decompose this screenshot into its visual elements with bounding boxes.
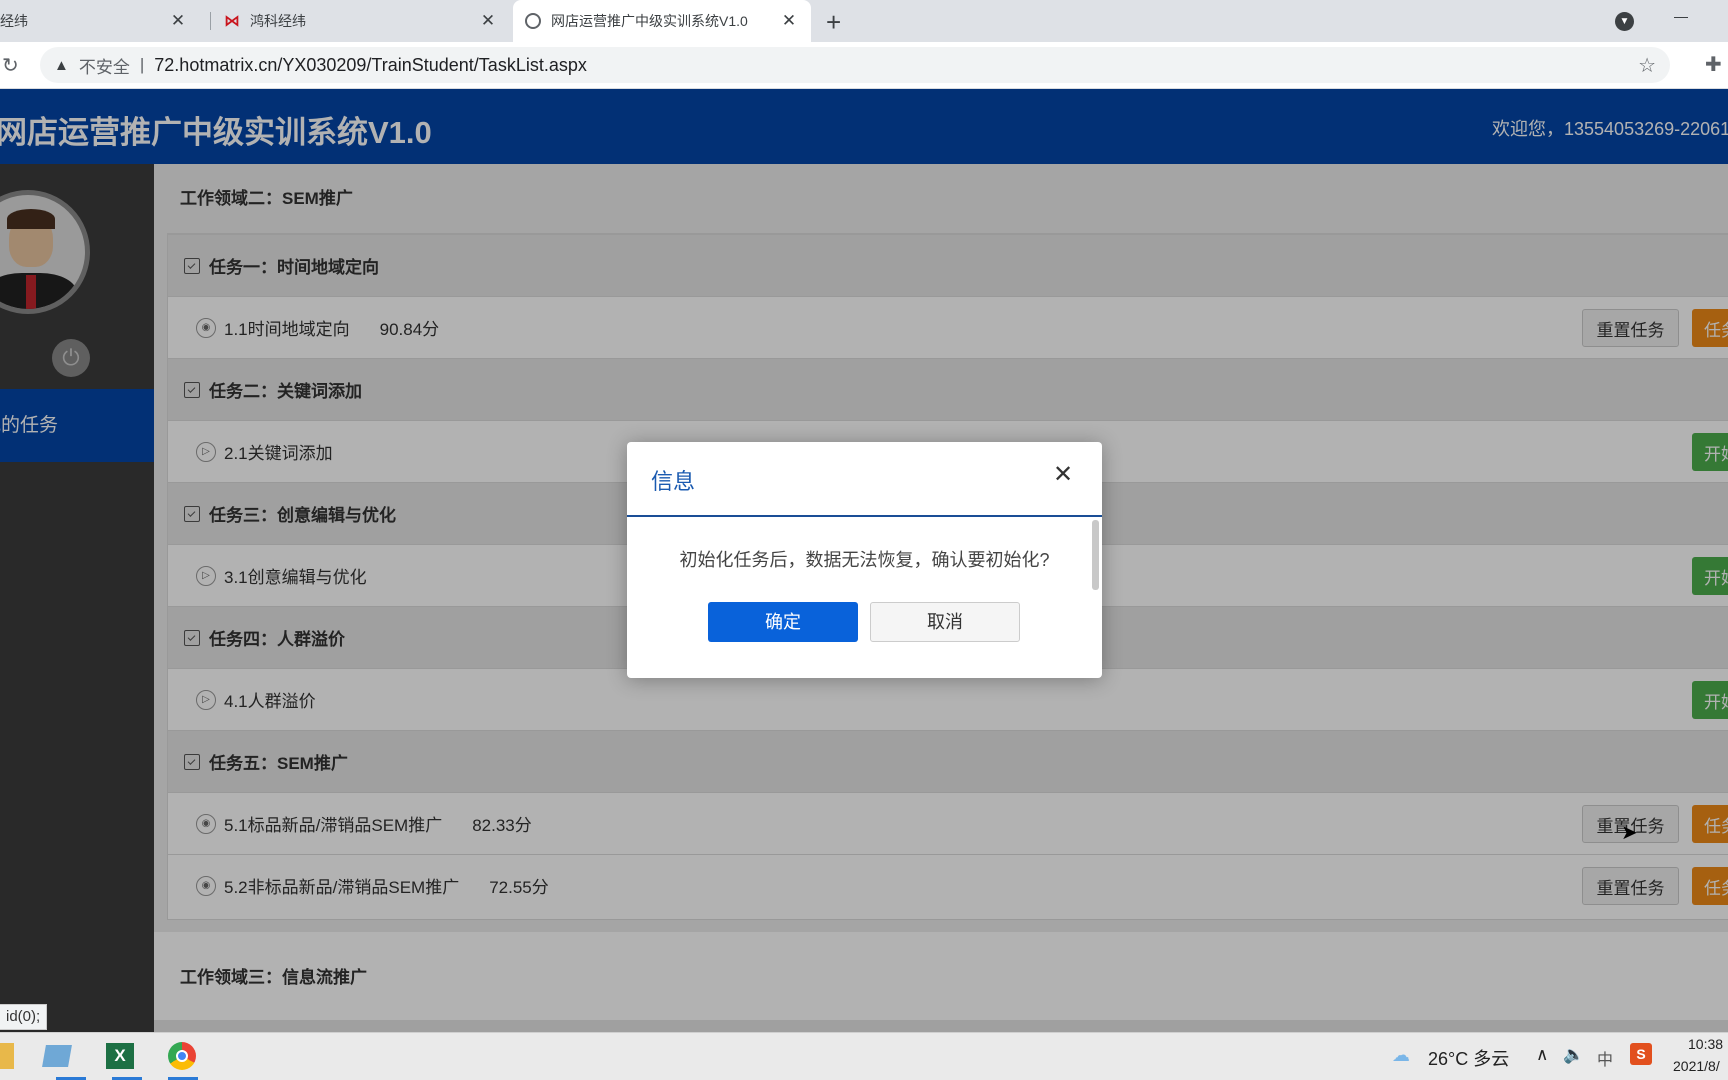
close-tab-icon[interactable]: ✕ bbox=[779, 11, 799, 31]
tab-title: 鸿科经纬 bbox=[250, 13, 306, 29]
dialog-title: 信息 bbox=[651, 469, 696, 494]
close-icon[interactable]: ✕ bbox=[1053, 460, 1073, 489]
dialog-message: 初始化任务后，数据无法恢复，确认要初始化? bbox=[679, 550, 1050, 570]
tab-title: 网店运营推广中级实训系统V1.0 bbox=[551, 13, 748, 29]
tab-search-icon[interactable]: ▼ bbox=[1615, 12, 1634, 31]
tab-title: 经纬 bbox=[0, 13, 28, 29]
bookmark-star-icon[interactable]: ☆ bbox=[1638, 53, 1656, 78]
ime-indicator[interactable]: 中 bbox=[1597, 1046, 1613, 1070]
globe-icon bbox=[525, 13, 541, 29]
cancel-button[interactable]: 取消 bbox=[870, 602, 1020, 642]
tab-separator bbox=[210, 12, 211, 30]
cloud-icon: ☁ bbox=[1392, 1045, 1410, 1065]
dialog-divider bbox=[627, 515, 1102, 517]
close-tab-icon[interactable]: ✕ bbox=[478, 11, 498, 31]
clock-time[interactable]: 10:38 bbox=[1688, 1036, 1723, 1052]
divider: | bbox=[139, 55, 145, 74]
weather-text[interactable]: 26°C 多云 bbox=[1428, 1045, 1509, 1071]
excel-icon[interactable]: X bbox=[106, 1043, 134, 1069]
minimize-icon[interactable] bbox=[1674, 17, 1688, 18]
confirm-button[interactable]: 确定 bbox=[708, 602, 858, 642]
chevron-up-icon[interactable]: ∧ bbox=[1536, 1045, 1548, 1065]
address-bar: ↻ ▲ 不安全 | 72.hotmatrix.cn/YX030209/Train… bbox=[0, 42, 1728, 89]
taskbar: X ☁ 26°C 多云 ∧ 🔈 中 S 10:38 2021/8/ bbox=[0, 1032, 1728, 1080]
speaker-icon[interactable]: 🔈 bbox=[1563, 1045, 1584, 1065]
browser-tab[interactable]: ⋈ 鸿科经纬 ✕ bbox=[212, 0, 510, 42]
url-text[interactable]: 72.hotmatrix.cn/YX030209/TrainStudent/Ta… bbox=[154, 55, 587, 76]
confirm-dialog: 信息 ✕ 初始化任务后，数据无法恢复，确认要初始化? 确定 取消 bbox=[627, 442, 1102, 678]
new-tab-icon[interactable]: + bbox=[826, 7, 841, 38]
file-explorer-icon[interactable] bbox=[0, 1043, 14, 1069]
warning-icon: ▲ bbox=[54, 56, 69, 74]
sogou-icon[interactable]: S bbox=[1630, 1043, 1652, 1065]
browser-tab-bar: 经纬 ✕ ⋈ 鸿科经纬 ✕ 网店运营推广中级实训系统V1.0 ✕ + ▼ bbox=[0, 0, 1728, 42]
security-label[interactable]: 不安全 bbox=[79, 53, 130, 78]
status-tooltip: id(0); bbox=[0, 1004, 48, 1030]
app-icon[interactable] bbox=[42, 1045, 72, 1067]
reload-icon[interactable]: ↻ bbox=[2, 53, 19, 78]
browser-tab[interactable]: 经纬 ✕ bbox=[0, 0, 200, 42]
clock-date[interactable]: 2021/8/ bbox=[1673, 1058, 1720, 1074]
chrome-icon[interactable] bbox=[168, 1042, 196, 1070]
omnibox[interactable]: ▲ 不安全 | 72.hotmatrix.cn/YX030209/TrainSt… bbox=[40, 47, 1670, 83]
browser-tab-active[interactable]: 网店运营推广中级实训系统V1.0 ✕ bbox=[513, 0, 811, 42]
site-logo-icon: ⋈ bbox=[224, 13, 240, 30]
close-tab-icon[interactable]: ✕ bbox=[168, 11, 188, 31]
extensions-icon[interactable]: ✚ bbox=[1705, 52, 1722, 77]
